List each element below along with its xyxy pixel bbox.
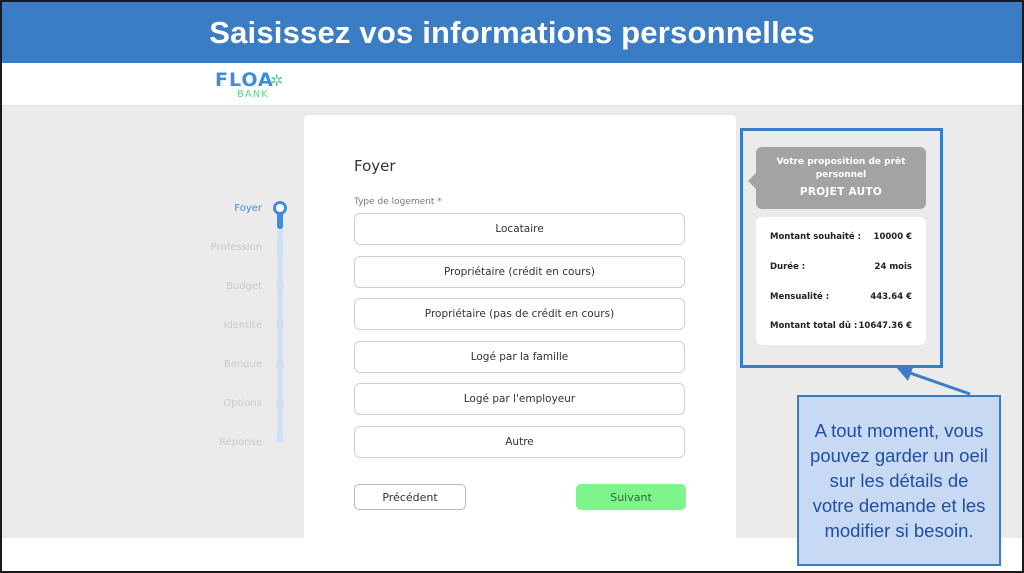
summary-value: 10000 € <box>873 232 912 242</box>
summary-value: 443.64 € <box>870 292 912 302</box>
summary-label: Montant souhaité : <box>770 232 862 242</box>
housing-type-label: Type de logement * <box>354 197 442 207</box>
step-dot <box>276 244 284 252</box>
summary-row: Montant souhaité : 10000 € <box>770 232 912 242</box>
summary-value: 10647.36 € <box>858 321 912 331</box>
annotation-callout: A tout moment, vous pouvez garder un oei… <box>797 395 1001 566</box>
callout-text: A tout moment, vous pouvez garder un oei… <box>810 420 988 541</box>
proposal-title: Votre proposition de prêt personnel <box>776 157 906 180</box>
step-budget: Budget <box>226 281 262 292</box>
progress-stepper: Foyer Profession Budget Identité Banque … <box>202 199 302 449</box>
step-dot <box>276 400 284 408</box>
floa-bank-logo[interactable]: FLOA ✲ BANK <box>215 69 295 103</box>
loan-proposal-header: Votre proposition de prêt personnel PROJ… <box>748 147 926 209</box>
proposal-project: PROJET AUTO <box>799 186 883 198</box>
step-reponse: Réponse <box>219 437 262 448</box>
summary-row: Durée : 24 mois <box>770 262 912 272</box>
option-autre[interactable]: Autre <box>354 426 685 458</box>
option-loge-employeur[interactable]: Logé par l'employeur <box>354 383 685 415</box>
summary-row: Mensualité : 443.64 € <box>770 292 912 302</box>
next-button[interactable]: Suivant <box>576 484 686 510</box>
screenshot-frame: Saisissez vos informations personnelles … <box>0 0 1024 573</box>
banner-title: Saisissez vos informations personnelles <box>209 14 815 50</box>
loan-summary: Montant souhaité : 10000 € Durée : 24 mo… <box>756 217 926 345</box>
step-options: Options <box>223 398 262 409</box>
option-proprietaire-sans-credit[interactable]: Propriétaire (pas de crédit en cours) <box>354 298 685 330</box>
option-loge-famille[interactable]: Logé par la famille <box>354 341 685 373</box>
step-dot <box>276 361 284 369</box>
option-proprietaire-credit[interactable]: Propriétaire (crédit en cours) <box>354 256 685 288</box>
logo-wordmark: FLOA <box>215 69 274 91</box>
form-title: Foyer <box>354 157 396 175</box>
step-dot <box>276 435 284 443</box>
logo-sub: BANK <box>237 89 269 100</box>
summary-label: Montant total dû : <box>770 321 858 331</box>
required-mark: * <box>437 197 442 207</box>
step-identite: Identité <box>223 320 262 331</box>
step-foyer: Foyer <box>234 203 262 214</box>
step-profession: Profession <box>210 242 262 253</box>
housing-form-card: Foyer Type de logement * Locataire Propr… <box>304 115 736 540</box>
step-dot <box>276 283 284 291</box>
summary-value: 24 mois <box>874 262 912 272</box>
summary-row: Montant total dû : 10647.36 € <box>770 321 912 331</box>
instruction-banner: Saisissez vos informations personnelles <box>2 2 1022 63</box>
step-dot <box>276 322 284 330</box>
housing-type-label-text: Type de logement <box>354 197 435 207</box>
step-dot-active <box>273 201 287 215</box>
leaf-icon: ✲ <box>270 73 284 90</box>
site-header: FLOA ✲ BANK <box>2 63 1022 106</box>
summary-label: Durée : <box>770 262 806 272</box>
previous-button[interactable]: Précédent <box>354 484 466 510</box>
step-banque: Banque <box>223 359 262 370</box>
summary-label: Mensualité : <box>770 292 830 302</box>
option-locataire[interactable]: Locataire <box>354 213 685 245</box>
